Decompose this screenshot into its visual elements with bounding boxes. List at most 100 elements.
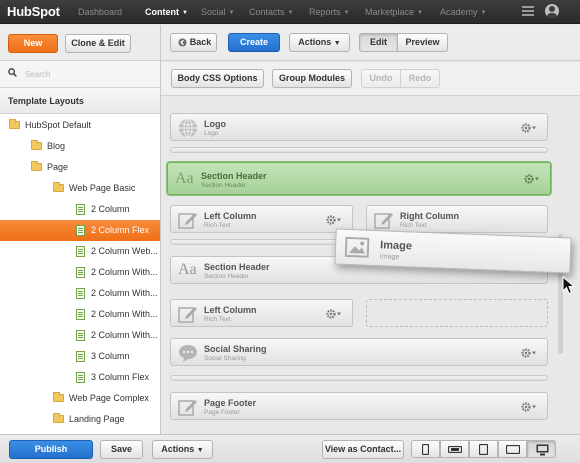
new-button[interactable]: New — [8, 34, 58, 53]
module-right-column[interactable]: Right Column Rich Text — [366, 205, 548, 233]
globe-icon — [179, 118, 197, 138]
folder-icon — [53, 182, 64, 192]
folder-icon — [9, 119, 20, 129]
gear-dropdown-icon[interactable] — [524, 174, 540, 184]
tree-item-blog[interactable]: Blog — [0, 136, 160, 157]
chevron-down-icon: ▼ — [480, 10, 487, 16]
chevron-down-icon: ▼ — [196, 447, 204, 454]
nav-social[interactable]: Social ▼ — [201, 7, 234, 17]
device-tablet-portrait[interactable] — [469, 440, 498, 458]
folder-icon — [31, 161, 42, 171]
chevron-down-icon: ▼ — [417, 10, 423, 16]
hubspot-logo[interactable]: HubSpot — [7, 4, 60, 19]
tree-item-2-column[interactable]: 2 Column — [0, 199, 160, 220]
module-section-header-drop-target[interactable]: Aa Section Header Section Header — [167, 162, 551, 195]
nav-reports[interactable]: Reports ▼ — [309, 7, 349, 17]
mouse-cursor-icon — [562, 276, 575, 295]
view-as-contact-button[interactable]: View as Contact... — [322, 440, 404, 459]
device-phone-portrait[interactable] — [411, 440, 440, 458]
module-left-column[interactable]: Left Column Rich Text — [170, 205, 353, 233]
template-page-icon — [76, 330, 85, 341]
template-page-icon — [76, 246, 85, 257]
edit-pencil-icon — [178, 400, 197, 416]
user-avatar-icon[interactable] — [545, 4, 559, 18]
gear-dropdown-icon[interactable] — [521, 123, 537, 133]
template-page-icon — [76, 351, 85, 362]
back-arrow-icon — [178, 38, 187, 47]
tree-item-landing-page[interactable]: Landing Page — [0, 409, 160, 430]
tablet-landscape-icon — [506, 445, 520, 454]
edit-pencil-icon — [374, 213, 393, 229]
row-spacer — [170, 375, 548, 381]
module-social-sharing[interactable]: Social Sharing Social Sharing — [170, 338, 548, 366]
template-page-icon — [76, 309, 85, 320]
tree-item-web-page-basic[interactable]: Web Page Basic — [0, 178, 160, 199]
folder-icon — [53, 392, 64, 402]
text-aa-icon: Aa — [178, 261, 197, 278]
save-button[interactable]: Save — [100, 440, 143, 459]
folder-icon — [31, 140, 42, 150]
edit-toggle[interactable]: Edit — [359, 33, 398, 52]
template-page-icon — [76, 372, 85, 383]
bottom-actions-dropdown[interactable]: Actions ▼ — [152, 440, 213, 459]
create-button[interactable]: Create — [228, 33, 280, 52]
edit-pencil-icon — [178, 307, 197, 323]
nav-content[interactable]: Content ▼ — [145, 7, 188, 17]
template-layouts-heading: Template Layouts — [0, 88, 160, 114]
gear-dropdown-icon[interactable] — [326, 215, 342, 225]
module-left-column-2[interactable]: Left Column Rich Text — [170, 299, 353, 327]
tree-item-3-column-flex[interactable]: 3 Column Flex — [0, 367, 160, 388]
chevron-down-icon: ▼ — [343, 10, 350, 16]
folder-icon — [53, 413, 64, 423]
tree-item-2-column-with-1[interactable]: 2 Column With... — [0, 262, 160, 283]
template-page-icon — [76, 267, 85, 278]
menu-icon[interactable] — [522, 6, 534, 16]
tree-item-2-column-web[interactable]: 2 Column Web... — [0, 241, 160, 262]
device-desktop[interactable] — [527, 440, 556, 458]
chevron-down-icon: ▼ — [287, 10, 294, 16]
sidebar: New Clone & Edit Search Template Layouts… — [0, 25, 161, 434]
actions-dropdown[interactable]: Actions ▼ — [289, 33, 350, 52]
nav-marketplace[interactable]: Marketplace ▼ — [365, 7, 423, 17]
nav-academy[interactable]: Academy ▼ — [440, 7, 486, 17]
search-input[interactable]: Search — [25, 70, 50, 79]
nav-contacts[interactable]: Contacts ▼ — [249, 7, 293, 17]
search-icon — [8, 68, 17, 77]
chevron-down-icon: ▼ — [228, 10, 235, 16]
body-css-options-button[interactable]: Body CSS Options — [171, 69, 264, 88]
row-spacer — [170, 147, 548, 153]
redo-button[interactable]: Redo — [400, 69, 440, 88]
tree-item-2-column-with-2[interactable]: 2 Column With... — [0, 283, 160, 304]
tree-item-2-column-flex[interactable]: 2 Column Flex — [0, 220, 160, 241]
tree-item-hubspot-default[interactable]: HubSpot Default — [0, 115, 160, 136]
phone-landscape-icon — [448, 446, 462, 453]
undo-button[interactable]: Undo — [361, 69, 401, 88]
module-page-footer[interactable]: Page Footer Page Footer — [170, 392, 548, 420]
tree-item-2-column-with-4[interactable]: 2 Column With... — [0, 325, 160, 346]
group-modules-button[interactable]: Group Modules — [272, 69, 352, 88]
clone-edit-button[interactable]: Clone & Edit — [65, 34, 131, 53]
preview-toggle[interactable]: Preview — [397, 33, 448, 52]
gear-dropdown-icon[interactable] — [521, 348, 537, 358]
template-page-icon — [76, 225, 85, 236]
top-nav: HubSpot Dashboard Content ▼ Social ▼ Conta… — [0, 0, 580, 24]
phone-icon — [422, 444, 429, 455]
tree-item-page[interactable]: Page — [0, 157, 160, 178]
tree-item-3-column[interactable]: 3 Column — [0, 346, 160, 367]
device-phone-landscape[interactable] — [440, 440, 469, 458]
text-aa-icon: Aa — [175, 170, 194, 187]
publish-button[interactable]: Publish — [9, 440, 93, 459]
gear-dropdown-icon[interactable] — [326, 309, 342, 319]
back-button[interactable]: Back — [170, 33, 217, 52]
nav-dashboard[interactable]: Dashboard — [78, 7, 122, 17]
secondary-toolbar: Body CSS Options Group Modules Undo Redo — [161, 62, 580, 96]
gear-dropdown-icon[interactable] — [521, 402, 537, 412]
empty-drop-zone[interactable] — [366, 299, 548, 327]
chevron-down-icon: ▼ — [333, 40, 341, 47]
device-tablet-landscape[interactable] — [498, 440, 527, 458]
tree-item-web-page-complex[interactable]: Web Page Complex — [0, 388, 160, 409]
module-logo[interactable]: Logo Logo — [170, 113, 548, 141]
sidebar-actions: New Clone & Edit — [0, 25, 160, 61]
tree-item-2-column-with-3[interactable]: 2 Column With... — [0, 304, 160, 325]
search-bar[interactable]: Search — [0, 61, 160, 88]
